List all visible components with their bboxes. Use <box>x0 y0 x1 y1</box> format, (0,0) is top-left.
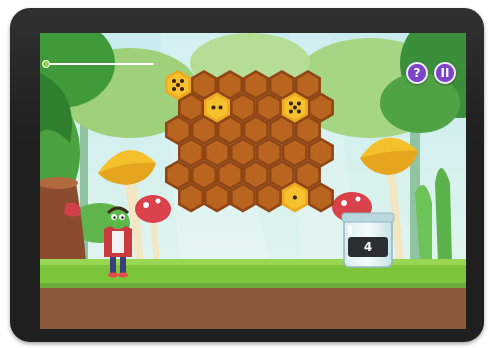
honey-dot <box>211 105 216 110</box>
honey-dot <box>292 105 297 110</box>
honey-dot <box>296 101 301 106</box>
grass-edge <box>40 259 466 265</box>
dirt-edge <box>40 283 466 288</box>
honey-dot <box>180 87 184 91</box>
question-icon: ? <box>413 66 421 80</box>
pause-button[interactable]: II <box>434 62 456 84</box>
game-scene <box>40 33 466 329</box>
honey-dot <box>176 83 180 87</box>
level-progress-track <box>46 63 154 65</box>
help-button[interactable]: ? <box>406 62 428 84</box>
honey-dot <box>180 79 184 83</box>
jar-count-label: 4 <box>348 237 388 257</box>
honey-dot <box>292 195 297 200</box>
level-progress-marker <box>42 60 50 68</box>
game-screen: ? II 4 <box>40 33 466 329</box>
honey-dot <box>218 105 223 110</box>
dirt-layer <box>40 283 466 329</box>
honeycomb-board[interactable] <box>165 70 334 213</box>
honey-dot <box>172 87 176 91</box>
pause-icon: II <box>440 66 450 80</box>
honey-dot <box>296 109 301 114</box>
honey-dot <box>288 101 293 106</box>
honey-dot <box>288 109 293 114</box>
honey-dot <box>172 79 176 83</box>
